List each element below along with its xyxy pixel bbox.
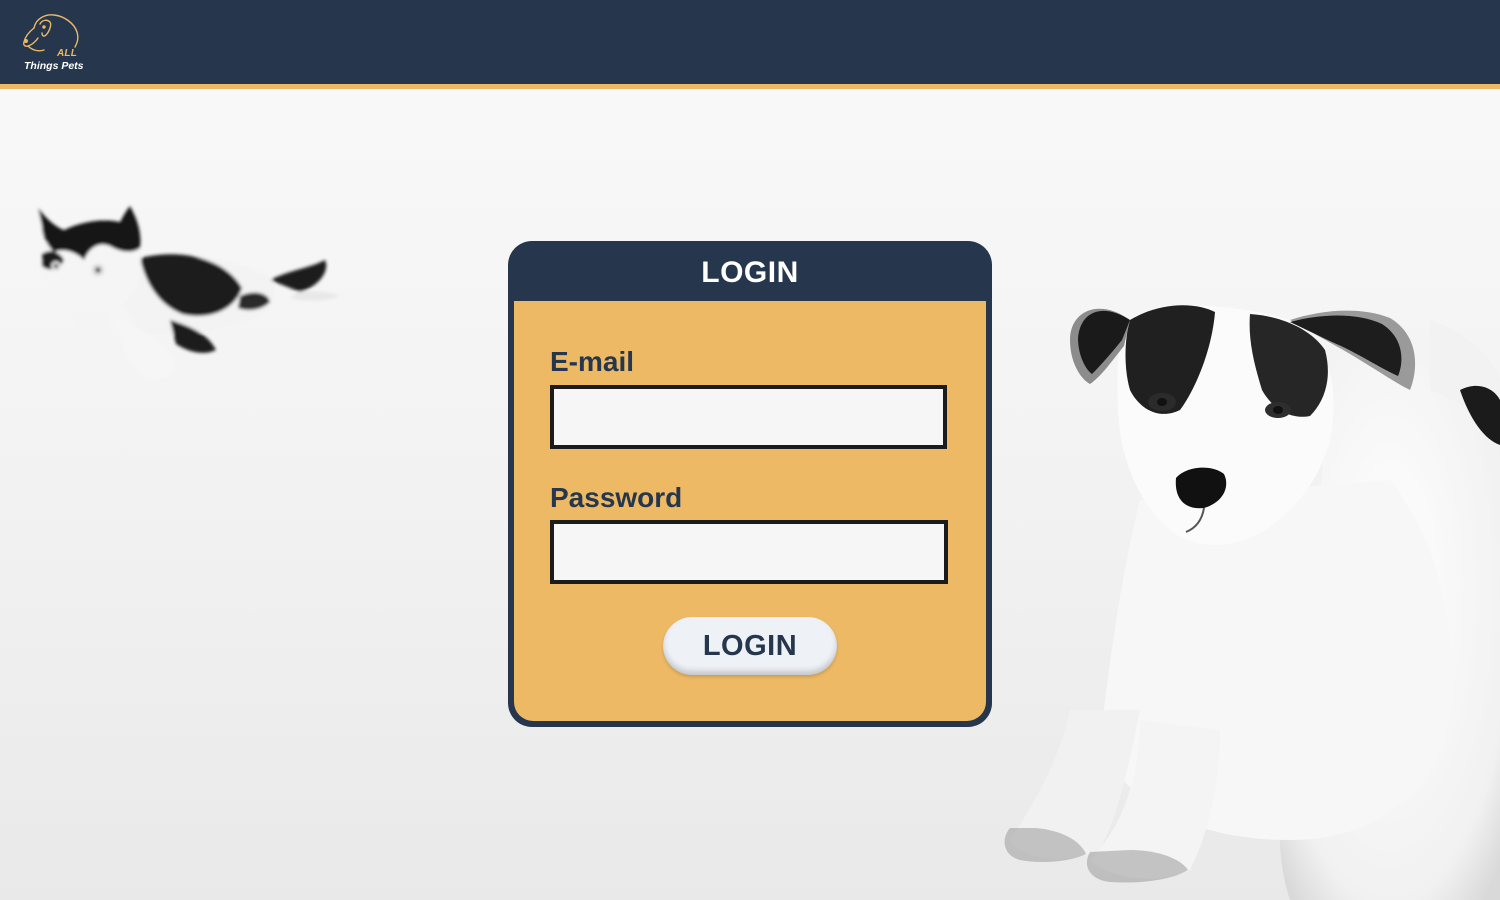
login-card-title: LOGIN	[701, 256, 799, 289]
email-field[interactable]	[550, 385, 947, 449]
logo-word-all: ALL	[57, 48, 78, 59]
password-field[interactable]	[550, 520, 948, 584]
top-navbar: ALL Things Pets	[0, 0, 1500, 84]
cat-photo	[36, 206, 340, 380]
login-form: E-mail Password LOGIN	[514, 301, 986, 721]
brand-logo[interactable]: ALL Things Pets	[20, 10, 84, 74]
logo-brand-name: Things Pets	[24, 60, 84, 72]
password-label: Password	[550, 482, 683, 513]
dog-photo	[1004, 305, 1500, 900]
login-button[interactable]: LOGIN	[663, 617, 837, 675]
login-card: LOGIN E-mail Password LOGIN	[508, 241, 992, 727]
email-label: E-mail	[550, 346, 635, 377]
header-accent-divider	[0, 84, 1500, 89]
